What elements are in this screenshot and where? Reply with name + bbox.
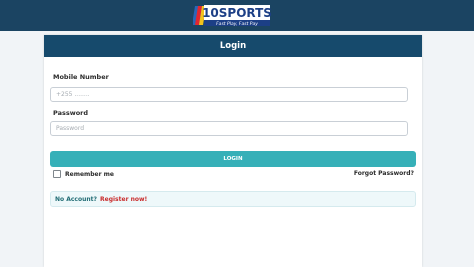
register-prompt: No Account? Register now! [50, 191, 416, 207]
remember-me-control[interactable]: Remember me [53, 169, 114, 179]
top-header-bar: 10SPORTS Fast Play, Fast Pay [0, 0, 474, 31]
password-input[interactable] [50, 121, 408, 136]
password-label: Password [53, 109, 89, 117]
mobile-number-label: Mobile Number [53, 73, 109, 81]
mobile-number-input[interactable] [50, 87, 408, 102]
login-button[interactable]: LOGIN [50, 151, 416, 167]
logo-wordmark: 10SPORTS [202, 6, 271, 20]
remember-me-checkbox[interactable] [53, 170, 61, 178]
register-now-link[interactable]: Register now! [100, 196, 147, 203]
remember-me-label: Remember me [65, 170, 114, 178]
no-account-text: No Account? [55, 195, 98, 203]
logo-tagline: Fast Play, Fast Pay [216, 21, 258, 27]
logo-graphic: 10SPORTS Fast Play, Fast Pay [193, 5, 271, 27]
login-card: Login Mobile Number Password LOGIN Remem… [44, 35, 422, 267]
brand-logo[interactable]: 10SPORTS Fast Play, Fast Pay [193, 4, 271, 27]
forgot-password-link[interactable]: Forgot Password? [354, 170, 414, 177]
login-title: Login [44, 35, 422, 57]
